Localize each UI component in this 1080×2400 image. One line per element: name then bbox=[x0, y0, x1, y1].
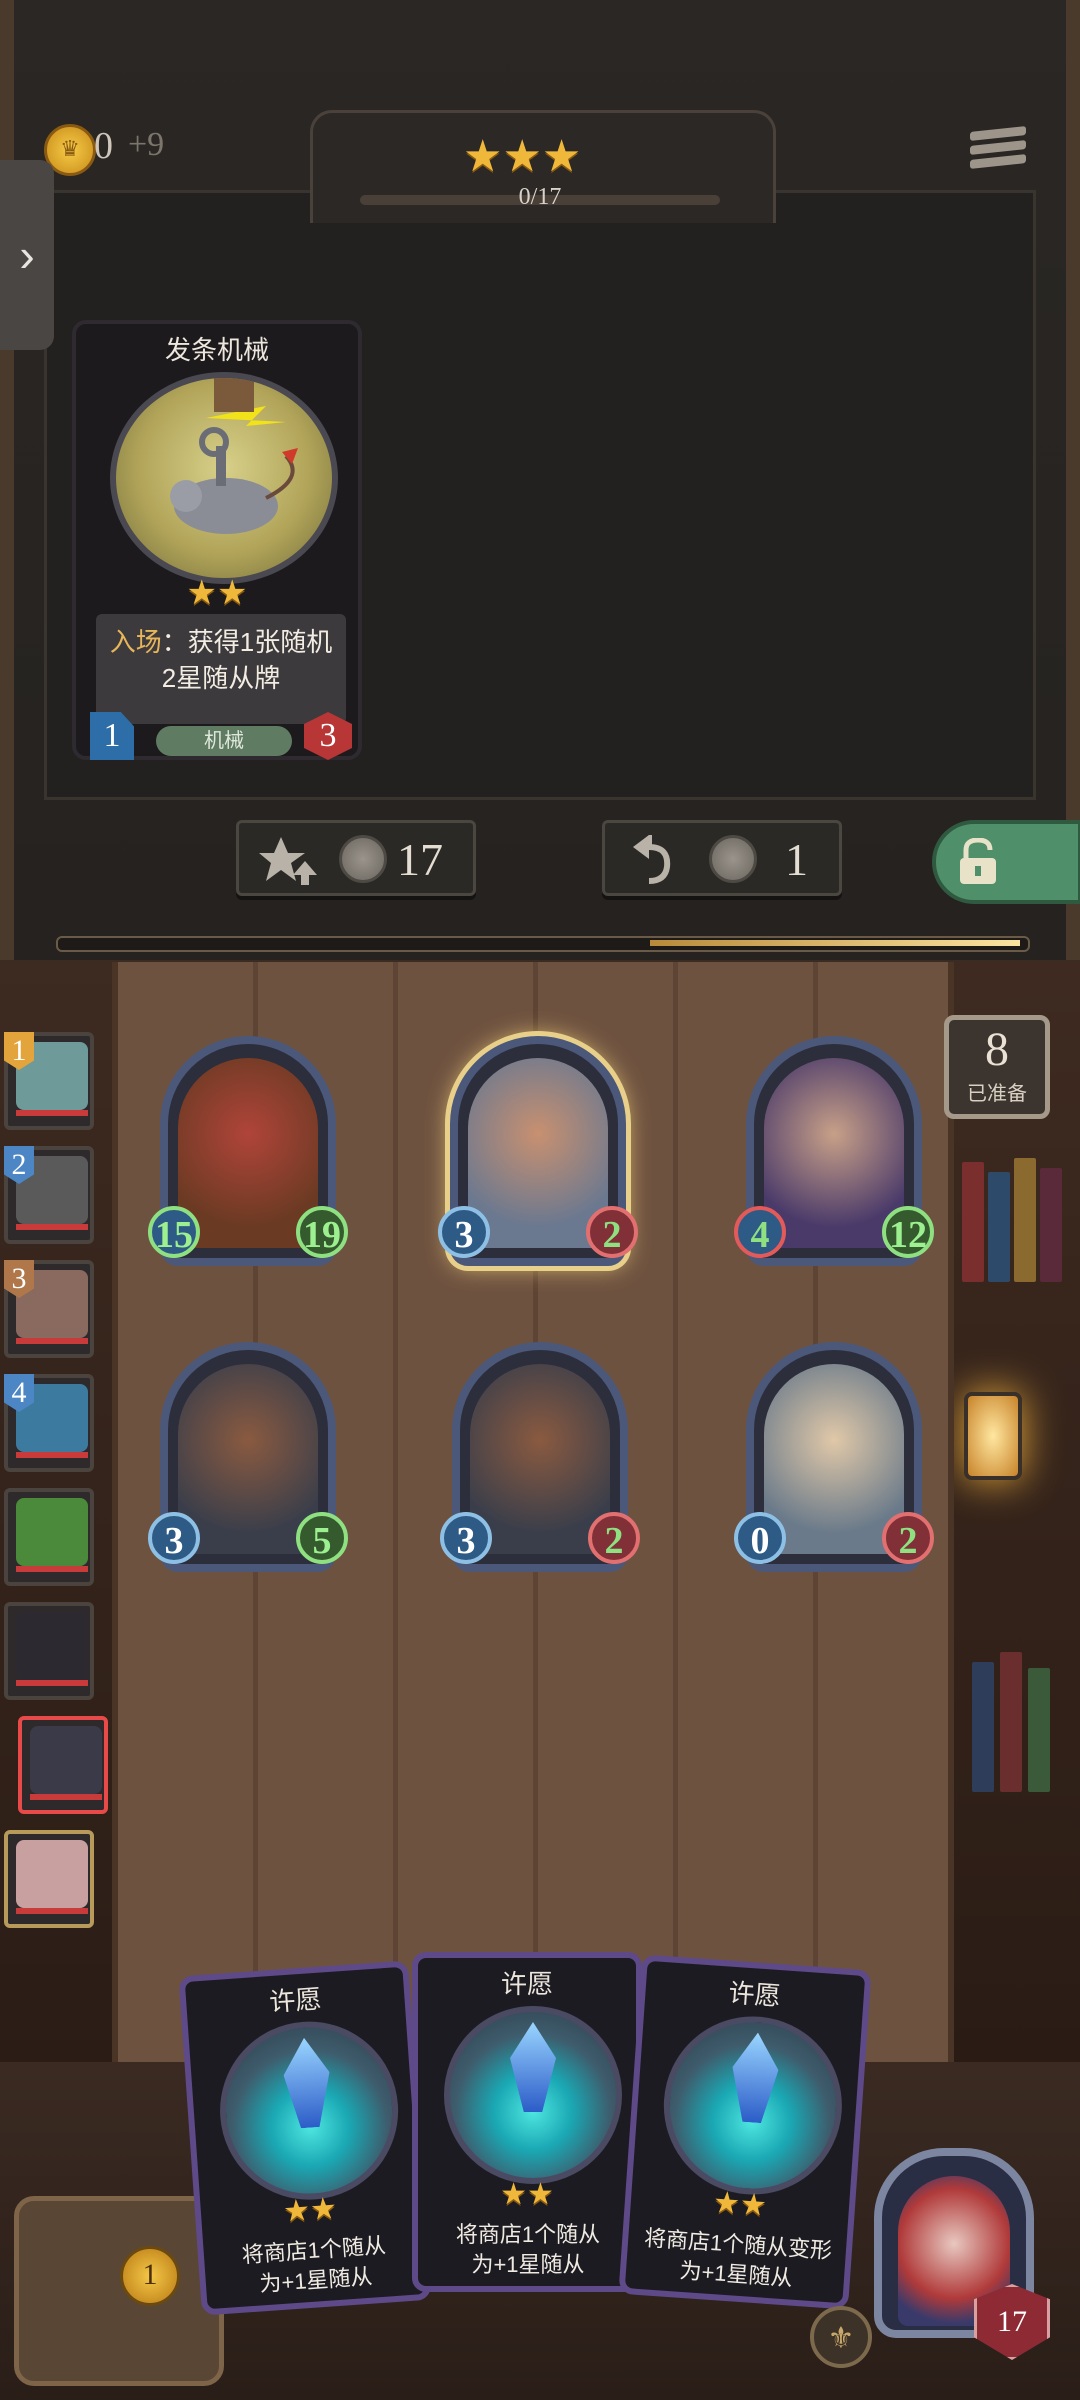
board-minion[interactable]: 4 12 bbox=[734, 1036, 934, 1266]
card-effect-text: 入场：获得1张随机 2星随从牌 bbox=[109, 627, 333, 693]
opponent-slot[interactable]: 2 bbox=[4, 1146, 94, 1244]
current-opponent-slot[interactable] bbox=[18, 1716, 108, 1814]
card-attack: 1 bbox=[90, 712, 134, 760]
opponent-hp-bar bbox=[16, 1680, 88, 1686]
side-drawer-toggle[interactable]: › bbox=[0, 160, 54, 350]
opponent-portrait bbox=[16, 1612, 88, 1680]
minion-attack: 0 bbox=[734, 1512, 786, 1564]
hand-card-stars: ★★ bbox=[282, 2191, 339, 2229]
ready-indicator: 8 已准备 bbox=[944, 1015, 1050, 1119]
minion-health: 2 bbox=[586, 1206, 638, 1258]
wish-crystal-art bbox=[657, 2010, 848, 2201]
refresh-icon bbox=[633, 835, 671, 884]
hand-card-title: 许愿 bbox=[727, 1977, 782, 2012]
gold-income: +9 bbox=[128, 126, 165, 163]
minion-health: 2 bbox=[882, 1512, 934, 1564]
engineer-minion-portrait bbox=[178, 1364, 318, 1554]
timer-bar-fill bbox=[650, 940, 1020, 946]
wish-crystal-art bbox=[444, 2006, 622, 2184]
chevron-right-icon: › bbox=[19, 229, 35, 281]
hand-card-title: 许愿 bbox=[268, 1983, 323, 2018]
lumberjack-minion-portrait bbox=[468, 1058, 608, 1248]
opponent-portrait bbox=[16, 1498, 88, 1566]
feather-icon: ⚜ bbox=[827, 2322, 855, 2355]
minion-health: 12 bbox=[882, 1206, 934, 1258]
minion-attack: 4 bbox=[734, 1206, 786, 1258]
opponent-hp-bar bbox=[16, 1224, 88, 1230]
reroll-cost: 1 bbox=[120, 2246, 180, 2306]
card-tribe: 机械 bbox=[156, 726, 292, 756]
lock-icon bbox=[960, 838, 996, 884]
clockwork-mouse-art bbox=[110, 372, 338, 584]
opponent-hp-bar bbox=[30, 1794, 102, 1800]
refresh-cost: 1 bbox=[785, 834, 808, 885]
wish-crystal-art bbox=[214, 2015, 405, 2206]
opponent-slot[interactable] bbox=[4, 1488, 94, 1586]
minion-attack: 3 bbox=[148, 1512, 200, 1564]
player-slot[interactable] bbox=[4, 1830, 94, 1928]
coin-icon bbox=[339, 835, 387, 883]
minion-attack: 15 bbox=[148, 1206, 200, 1258]
menu-button[interactable] bbox=[970, 124, 1026, 176]
opponent-hp-bar bbox=[16, 1566, 88, 1572]
hand-card-text: 将商店1个随从变形 为+1星随从 bbox=[643, 2225, 833, 2291]
card-name: 发条机械 bbox=[164, 335, 269, 365]
hand-card-text: 将商店1个随从 为+1星随从 bbox=[455, 2222, 601, 2277]
minion-health: 19 bbox=[296, 1206, 348, 1258]
hand-card-title: 许愿 bbox=[500, 1969, 553, 1999]
exp-progress: 0/17 bbox=[518, 184, 562, 210]
upgrade-cost: 17 bbox=[397, 834, 443, 885]
board-minion[interactable]: 15 19 bbox=[148, 1036, 348, 1266]
minion-attack: 3 bbox=[440, 1512, 492, 1564]
menu-icon bbox=[970, 126, 1026, 141]
hand-card[interactable]: 许愿 ★★ 将商店1个随从 为+1星随从 bbox=[412, 1952, 642, 2292]
minion-attack: 3 bbox=[438, 1206, 490, 1258]
bookshelf bbox=[942, 962, 1080, 2062]
opponent-hp-bar bbox=[16, 1452, 88, 1458]
hand-card-stars: ★★ bbox=[500, 2178, 554, 2211]
upgrade-tavern-button[interactable]: 17 bbox=[236, 820, 476, 896]
hand-card[interactable]: 许愿 ★★ 将商店1个随从变形 为+1星随从 bbox=[618, 1954, 872, 2310]
engineer-minion-portrait bbox=[470, 1364, 610, 1554]
hand-card-stars: ★★ bbox=[711, 2185, 768, 2223]
board-minion[interactable]: 3 2 bbox=[438, 1036, 638, 1266]
goblin-minion-portrait bbox=[764, 1364, 904, 1554]
minion-health: 5 bbox=[296, 1512, 348, 1564]
gold-amount: 0 bbox=[94, 125, 113, 167]
tier-stars: ★★★ bbox=[463, 132, 582, 181]
refresh-button[interactable]: 1 bbox=[602, 820, 842, 896]
boar-minion-portrait bbox=[178, 1058, 318, 1248]
coin-icon bbox=[709, 835, 757, 883]
shop-minion-card[interactable]: 发条机械 ★★ 入场：获得1张随机 2星随从牌 1 机械 3 bbox=[72, 320, 362, 760]
opponent-slot[interactable]: 3 bbox=[4, 1260, 94, 1358]
player-portrait bbox=[16, 1840, 88, 1908]
board-minion[interactable]: 0 2 bbox=[734, 1342, 934, 1572]
hand-card[interactable]: 许愿 ★★ 将商店1个随从 为+1星随从 bbox=[178, 1960, 432, 2316]
hero-power-button[interactable]: ⚜ bbox=[810, 2306, 872, 2368]
ready-label: 已准备 bbox=[967, 1083, 1027, 1105]
freeze-button[interactable] bbox=[932, 820, 1080, 904]
knight-minion-portrait bbox=[764, 1058, 904, 1248]
minion-health: 2 bbox=[588, 1512, 640, 1564]
player-hp-bar bbox=[16, 1908, 88, 1914]
star-up-icon bbox=[259, 837, 317, 885]
board-minion[interactable]: 3 2 bbox=[440, 1342, 640, 1572]
lantern bbox=[964, 1392, 1022, 1480]
board-minion[interactable]: 3 5 bbox=[148, 1342, 348, 1572]
reroll-machine[interactable] bbox=[14, 2196, 224, 2386]
keyword-battlecry: 入场 bbox=[109, 627, 162, 657]
opponent-slot[interactable]: 4 bbox=[4, 1374, 94, 1472]
opponent-hp-bar bbox=[16, 1110, 88, 1116]
opponent-hp-bar bbox=[16, 1338, 88, 1344]
opponent-slot[interactable] bbox=[4, 1602, 94, 1700]
hand-card-text: 将商店1个随从 为+1星随从 bbox=[241, 2232, 387, 2297]
card-stars: ★★ bbox=[186, 574, 248, 612]
ready-count: 8 bbox=[985, 1023, 1009, 1076]
opponent-portrait bbox=[30, 1726, 102, 1794]
opponent-slot[interactable]: 1 bbox=[4, 1032, 94, 1130]
